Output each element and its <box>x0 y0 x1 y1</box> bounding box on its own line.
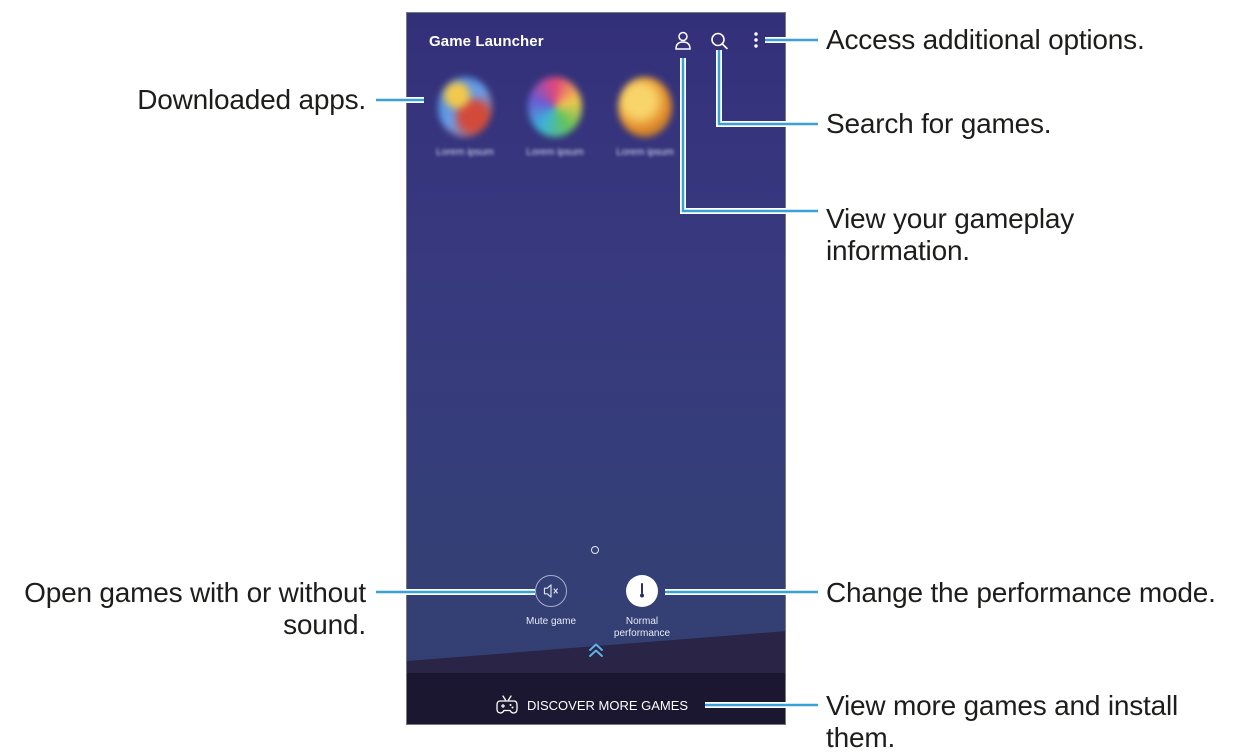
callout-discover-line2: them. <box>826 722 896 753</box>
callout-discover: View more games and install them. <box>826 690 1178 754</box>
callout-downloaded-apps: Downloaded apps. <box>137 84 366 115</box>
callout-performance: Change the performance mode. <box>826 577 1216 608</box>
performance-label: Normal performance <box>602 616 682 640</box>
callout-mute: Open games with or without sound. <box>0 577 366 641</box>
page-indicator <box>591 546 599 554</box>
callout-search: Search for games. <box>826 108 1052 139</box>
downloaded-app-1[interactable]: Lorem ipsum <box>425 77 505 159</box>
discover-more-games-button[interactable]: DISCOVER MORE GAMES <box>495 692 688 718</box>
callout-gameplay-info-line2: information. <box>826 235 970 266</box>
app-label-3: Lorem ipsum <box>616 147 674 158</box>
app-label-1: Lorem ipsum <box>436 147 494 158</box>
performance-label-line1: Normal <box>625 616 659 627</box>
game-controller-icon <box>496 695 518 714</box>
app-icon-2 <box>528 77 582 137</box>
profile-icon[interactable] <box>672 29 694 53</box>
performance-label-line2: performance <box>613 628 671 639</box>
callout-mute-line2: sound. <box>283 609 366 640</box>
mute-icon <box>543 584 559 598</box>
callout-discover-line1: View more games and install <box>826 690 1179 721</box>
expand-chevron-icon[interactable] <box>587 641 605 659</box>
app-icon-1 <box>438 77 492 137</box>
discover-more-games-label: DISCOVER MORE GAMES <box>527 697 689 713</box>
app-icon-3 <box>618 77 672 137</box>
gauge-icon <box>640 583 644 598</box>
callout-mute-line1: Open games with or without <box>24 577 366 608</box>
phone-screen: Game Launcher Lorem ipsum Lorem ipsum Lo… <box>406 12 786 725</box>
callout-more-options: Access additional options. <box>826 24 1145 55</box>
callout-gameplay-info-line1: View your gameplay <box>826 203 1075 234</box>
more-options-icon[interactable] <box>745 29 767 53</box>
search-icon[interactable] <box>708 29 730 53</box>
downloaded-app-3[interactable]: Lorem ipsum <box>605 77 685 159</box>
callout-gameplay-info: View your gameplay information. <box>826 203 1074 267</box>
performance-mode-button[interactable] <box>626 575 658 607</box>
mute-game-label: Mute game <box>525 616 577 627</box>
mute-game-button[interactable] <box>535 575 567 607</box>
downloaded-app-2[interactable]: Lorem ipsum <box>515 77 595 159</box>
app-label-2: Lorem ipsum <box>526 147 584 158</box>
app-title: Game Launcher <box>429 33 544 50</box>
